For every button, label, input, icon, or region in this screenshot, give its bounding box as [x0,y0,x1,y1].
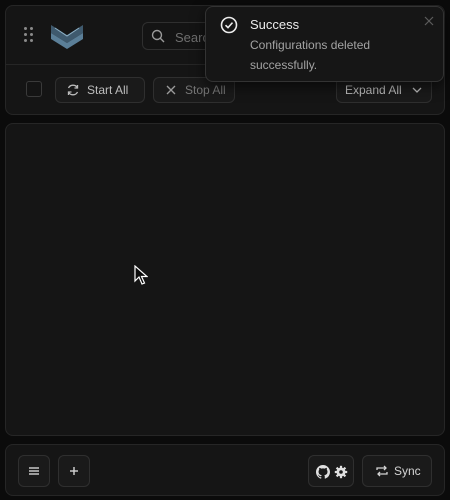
success-toast: Success Configurations deleted successfu… [205,6,444,82]
bottom-toolbar: Sync [5,444,445,496]
chevron-down-icon [412,87,422,93]
select-all-checkbox[interactable] [26,81,42,97]
gear-icon [334,465,348,479]
stop-all-label: Stop All [185,83,226,97]
grip-dots-icon[interactable] [24,27,38,45]
toast-message: Configurations deleted successfully. [250,38,371,72]
menu-button[interactable] [18,455,50,487]
mouse-cursor-icon [134,265,148,285]
refresh-icon [67,84,79,96]
sync-button[interactable]: Sync [362,455,432,487]
sync-label: Sync [394,464,421,478]
add-button[interactable] [58,455,90,487]
toast-title: Success [250,17,300,32]
plus-icon [70,467,78,475]
configurations-list [5,123,445,436]
close-icon [166,85,176,95]
toast-close-icon[interactable] [423,15,435,27]
expand-all-label: Expand All [345,83,402,97]
sync-icon [376,465,388,477]
menu-icon [29,467,39,475]
github-icon [316,465,330,479]
github-settings-button[interactable] [308,455,354,487]
start-all-label: Start All [87,83,129,97]
chevron-logo-icon [51,25,83,49]
search-icon [151,29,165,43]
start-all-button[interactable]: Start All [55,77,145,103]
check-circle-icon [220,16,238,34]
